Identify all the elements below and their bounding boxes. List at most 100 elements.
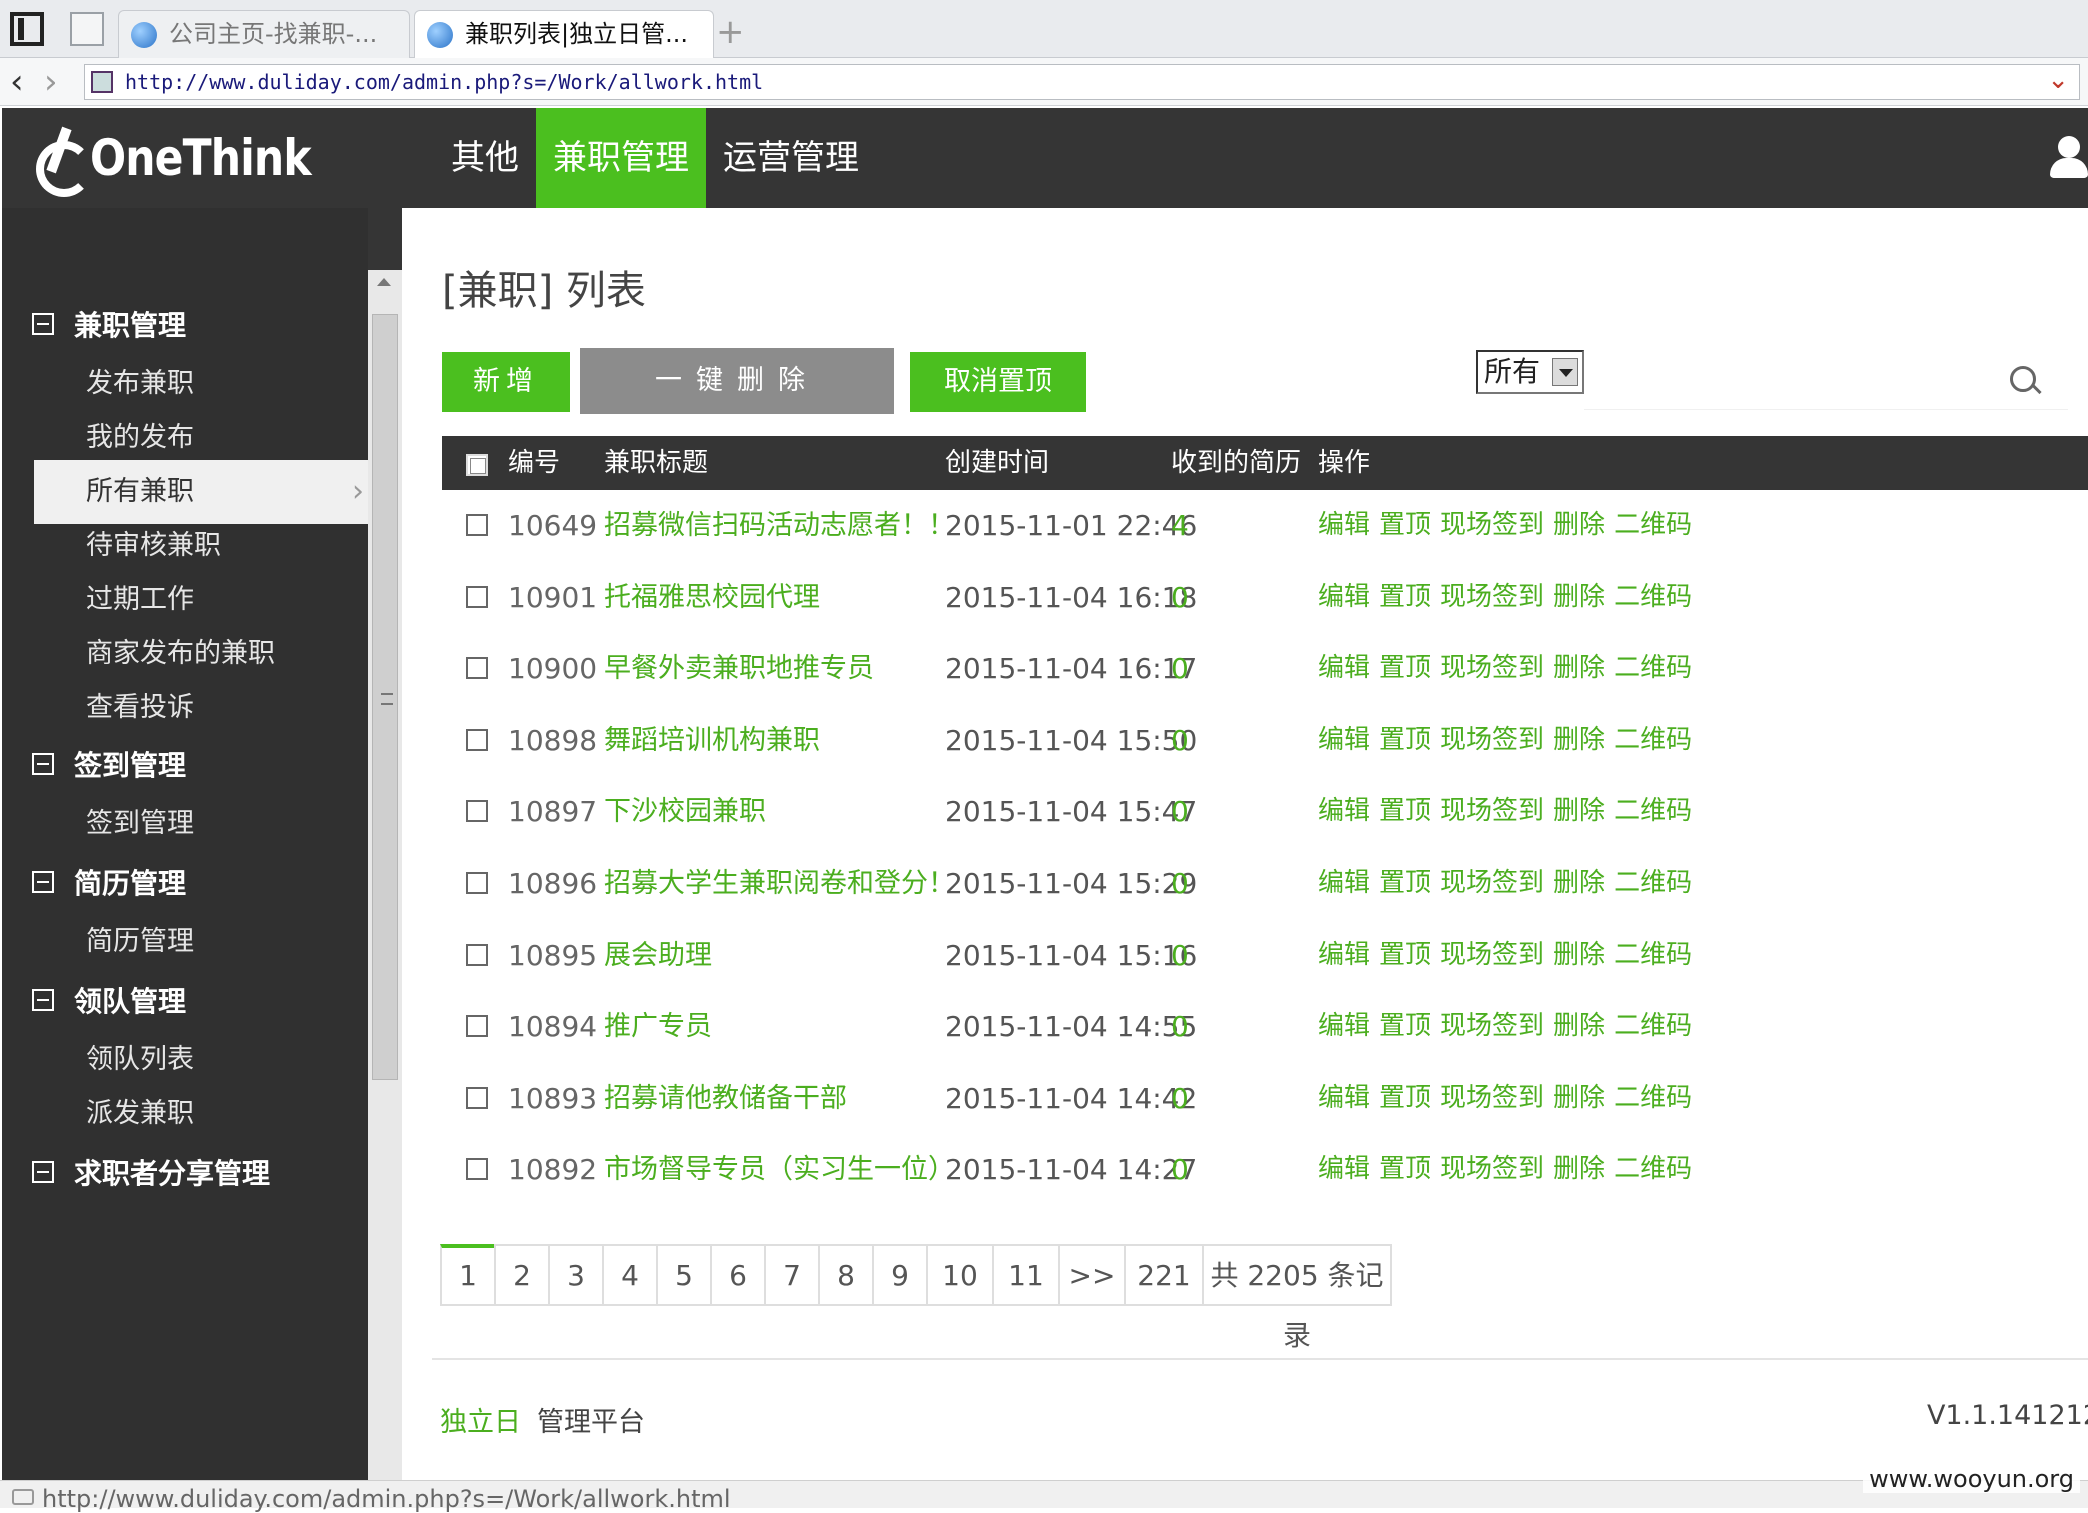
row-action-0[interactable]: 编辑 xyxy=(1318,1134,1370,1206)
cell-resumes[interactable]: 0 xyxy=(1171,1063,1189,1135)
scrollbar-thumb[interactable] xyxy=(372,314,398,1080)
row-action-2[interactable]: 现场签到 xyxy=(1440,848,1544,920)
page-9[interactable]: 9 xyxy=(872,1244,928,1306)
row-action-3[interactable]: 删除 xyxy=(1553,705,1605,777)
search-input[interactable] xyxy=(1584,350,2068,410)
sidebar-item-complaints[interactable]: 查看投诉 xyxy=(34,676,368,740)
back-arrow-icon[interactable]: ‹ xyxy=(10,62,24,102)
row-checkbox[interactable] xyxy=(466,1086,488,1109)
row-action-2[interactable]: 现场签到 xyxy=(1440,1063,1544,1135)
row-action-3[interactable]: 删除 xyxy=(1553,848,1605,920)
cell-resumes[interactable]: 0 xyxy=(1171,562,1189,634)
cell-resumes[interactable]: 0 xyxy=(1171,1134,1189,1206)
row-action-4[interactable]: 二维码 xyxy=(1614,490,1692,562)
cell-resumes[interactable]: 0 xyxy=(1171,848,1189,920)
page-8[interactable]: 8 xyxy=(818,1244,874,1306)
search-icon[interactable] xyxy=(2008,364,2042,398)
row-action-3[interactable]: 删除 xyxy=(1553,633,1605,705)
row-action-3[interactable]: 删除 xyxy=(1553,490,1605,562)
row-action-4[interactable]: 二维码 xyxy=(1614,1063,1692,1135)
row-action-3[interactable]: 删除 xyxy=(1553,920,1605,992)
sidebar-group-checkin[interactable]: 签到管理 xyxy=(32,744,186,784)
row-action-2[interactable]: 现场签到 xyxy=(1440,562,1544,634)
row-action-4[interactable]: 二维码 xyxy=(1614,633,1692,705)
row-action-0[interactable]: 编辑 xyxy=(1318,705,1370,777)
row-action-4[interactable]: 二维码 xyxy=(1614,848,1692,920)
untop-button[interactable]: 取消置顶 xyxy=(910,352,1086,412)
row-checkbox[interactable] xyxy=(466,943,488,966)
topnav-item-job-management[interactable]: 兼职管理 xyxy=(536,108,706,208)
row-action-2[interactable]: 现场签到 xyxy=(1440,1134,1544,1206)
row-action-0[interactable]: 编辑 xyxy=(1318,633,1370,705)
row-checkbox[interactable] xyxy=(466,872,488,894)
row-action-1[interactable]: 置顶 xyxy=(1379,705,1431,777)
row-action-1[interactable]: 置顶 xyxy=(1379,562,1431,634)
row-action-3[interactable]: 删除 xyxy=(1553,776,1605,848)
row-action-4[interactable]: 二维码 xyxy=(1614,920,1692,992)
row-checkbox[interactable] xyxy=(466,800,488,823)
cell-title-link[interactable]: 招募微信扫码活动志愿者！！ xyxy=(604,490,955,562)
page-5[interactable]: 5 xyxy=(656,1244,712,1306)
dropdown-arrow-icon[interactable] xyxy=(1552,358,1578,386)
cell-resumes[interactable]: 4 xyxy=(1171,490,1189,562)
sidebar-group-leaders[interactable]: 领队管理 xyxy=(32,980,186,1020)
row-action-0[interactable]: 编辑 xyxy=(1318,991,1370,1063)
page-last[interactable]: 221 xyxy=(1124,1244,1204,1306)
row-action-4[interactable]: 二维码 xyxy=(1614,991,1692,1063)
row-action-0[interactable]: 编辑 xyxy=(1318,1063,1370,1135)
row-action-0[interactable]: 编辑 xyxy=(1318,562,1370,634)
select-all-checkbox[interactable] xyxy=(466,454,488,476)
sidebar-toggle-icon[interactable] xyxy=(10,12,44,46)
cell-title-link[interactable]: 市场督导专员（实习生一位） xyxy=(604,1134,955,1206)
filter-select[interactable]: 所有 xyxy=(1476,350,1584,394)
cell-resumes[interactable]: 0 xyxy=(1171,991,1189,1063)
row-action-3[interactable]: 删除 xyxy=(1553,562,1605,634)
row-action-3[interactable]: 删除 xyxy=(1553,1134,1605,1206)
sidebar-group-jobs[interactable]: 兼职管理 xyxy=(32,304,186,344)
row-action-2[interactable]: 现场签到 xyxy=(1440,633,1544,705)
row-checkbox[interactable] xyxy=(466,1015,488,1038)
page-7[interactable]: 7 xyxy=(764,1244,820,1306)
add-button[interactable]: 新增 xyxy=(442,352,570,412)
cell-resumes[interactable]: 0 xyxy=(1171,705,1189,777)
row-action-4[interactable]: 二维码 xyxy=(1614,1134,1692,1206)
cell-title-link[interactable]: 招募大学生兼职阅卷和登分！ xyxy=(604,848,955,920)
row-action-4[interactable]: 二维码 xyxy=(1614,776,1692,848)
row-checkbox[interactable] xyxy=(466,657,488,680)
row-action-0[interactable]: 编辑 xyxy=(1318,490,1370,562)
row-action-3[interactable]: 删除 xyxy=(1553,1063,1605,1135)
row-action-1[interactable]: 置顶 xyxy=(1379,490,1431,562)
sidebar-scrollbar[interactable] xyxy=(368,270,402,1480)
row-checkbox[interactable] xyxy=(466,728,488,751)
row-action-0[interactable]: 编辑 xyxy=(1318,920,1370,992)
cell-title-link[interactable]: 推广专员 xyxy=(604,991,712,1063)
topnav-item-other[interactable]: 其他 xyxy=(434,108,536,208)
sidebar-item-resumes[interactable]: 简历管理 xyxy=(34,910,368,974)
cell-title-link[interactable]: 托福雅思校园代理 xyxy=(604,562,820,634)
row-action-2[interactable]: 现场签到 xyxy=(1440,920,1544,992)
cell-title-link[interactable]: 展会助理 xyxy=(604,920,712,992)
page-10[interactable]: 10 xyxy=(926,1244,994,1306)
page-1[interactable]: 1 xyxy=(440,1244,496,1306)
blank-page-icon[interactable] xyxy=(70,12,104,46)
forward-arrow-icon[interactable]: › xyxy=(44,62,58,102)
cell-title-link[interactable]: 舞蹈培训机构兼职 xyxy=(604,705,820,777)
row-action-3[interactable]: 删除 xyxy=(1553,991,1605,1063)
sidebar-item-dispatch-jobs[interactable]: 派发兼职 xyxy=(34,1082,368,1146)
row-action-2[interactable]: 现场签到 xyxy=(1440,776,1544,848)
row-checkbox[interactable] xyxy=(466,1158,488,1181)
row-action-1[interactable]: 置顶 xyxy=(1379,920,1431,992)
scroll-up-icon[interactable] xyxy=(377,278,391,286)
row-action-1[interactable]: 置顶 xyxy=(1379,1063,1431,1135)
row-checkbox[interactable] xyxy=(466,514,488,536)
cell-title-link[interactable]: 招募请他教储备干部 xyxy=(604,1063,847,1135)
page-6[interactable]: 6 xyxy=(710,1244,766,1306)
row-action-1[interactable]: 置顶 xyxy=(1379,1134,1431,1206)
bulk-delete-button[interactable]: 一键删除 xyxy=(580,348,894,414)
page-3[interactable]: 3 xyxy=(548,1244,604,1306)
row-action-0[interactable]: 编辑 xyxy=(1318,848,1370,920)
row-action-1[interactable]: 置顶 xyxy=(1379,848,1431,920)
sidebar-group-resumes[interactable]: 简历管理 xyxy=(32,862,186,902)
row-checkbox[interactable] xyxy=(466,585,488,608)
row-action-4[interactable]: 二维码 xyxy=(1614,705,1692,777)
